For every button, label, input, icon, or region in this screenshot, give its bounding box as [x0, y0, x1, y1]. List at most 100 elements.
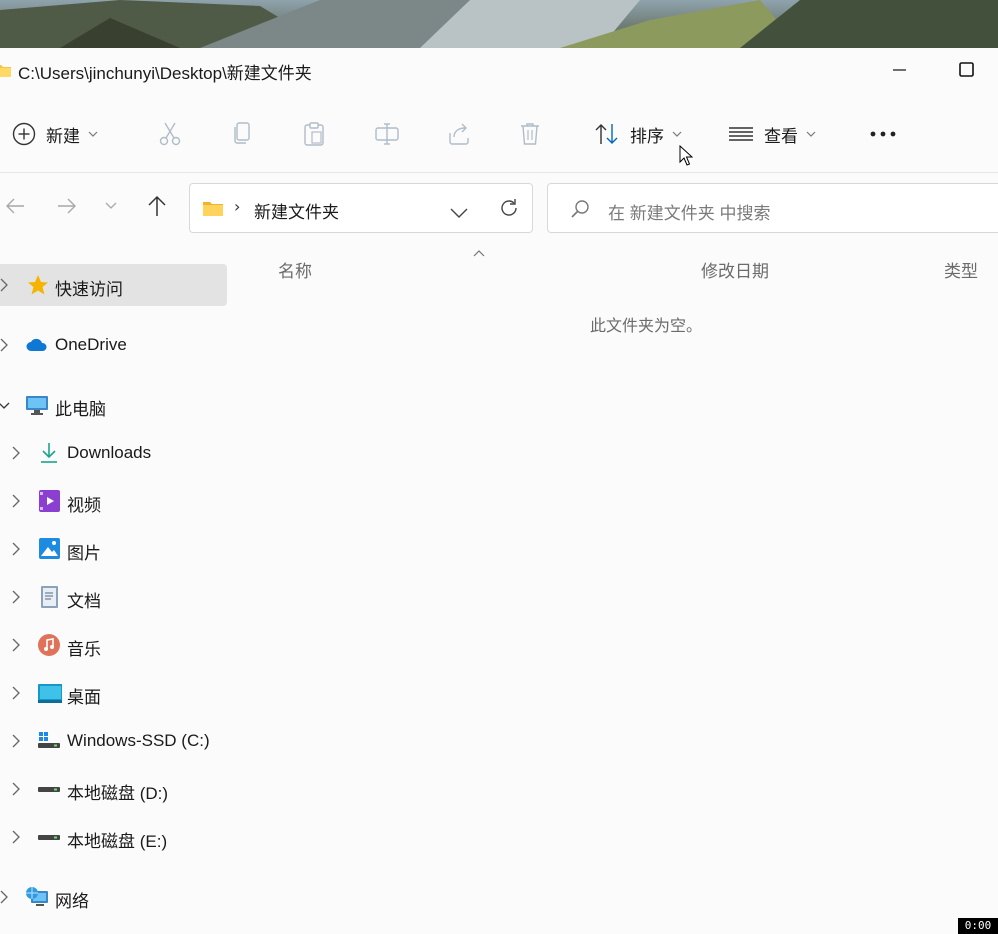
folder-icon [0, 62, 12, 82]
address-dropdown-button[interactable] [450, 203, 468, 222]
download-arrow-icon [41, 443, 57, 463]
column-header-name[interactable]: 名称 [278, 257, 312, 282]
trash-icon [521, 123, 539, 145]
arrow-left-icon [6, 198, 24, 214]
sidebar-item-label: 网络 [55, 892, 89, 911]
up-button[interactable] [142, 191, 172, 221]
sidebar-item-drive-d[interactable]: 本地磁盘 (D:) [0, 768, 227, 810]
sidebar-item-quick-access[interactable]: 快速访问 [0, 264, 227, 306]
chevron-right-icon [12, 590, 20, 604]
navigation-row: › 新建文件夹 在 新建文件夹 中搜索 [0, 173, 998, 243]
music-note-icon [38, 634, 60, 656]
sidebar-item-drive-e[interactable]: 本地磁盘 (E:) [0, 816, 227, 858]
chevron-right-icon [12, 446, 20, 460]
sidebar-item-downloads[interactable]: Downloads [0, 432, 227, 474]
window-title: C:\Users\jinchunyi\Desktop\新建文件夹 [18, 64, 312, 83]
sidebar-item-this-pc[interactable]: 此电脑 [0, 384, 227, 426]
delete-button[interactable] [518, 120, 542, 148]
sidebar-item-network[interactable]: 网络 [0, 876, 227, 918]
disk-drive-icon [38, 787, 60, 792]
sidebar-item-label: 快速访问 [55, 280, 123, 299]
mouse-cursor-icon [679, 144, 694, 171]
sidebar-item-label: 桌面 [67, 688, 101, 707]
sidebar-item-drive-c[interactable]: Windows-SSD (C:) [0, 720, 227, 762]
chevron-right-icon [12, 830, 20, 844]
sidebar-item-onedrive[interactable]: OneDrive [0, 324, 227, 366]
file-list: 名称 修改日期 类型 此文件夹为空。 [240, 248, 998, 928]
sidebar-item-desktop[interactable]: 桌面 [0, 672, 227, 714]
empty-folder-message: 此文件夹为空。 [590, 318, 703, 335]
sort-label: 排序 [630, 126, 664, 146]
plus-circle-icon [12, 122, 36, 146]
recording-timer: 0:00 [958, 918, 998, 934]
new-button[interactable]: 新建 [12, 120, 98, 148]
maximize-button[interactable] [944, 52, 990, 88]
video-icon [39, 490, 60, 512]
recent-locations-button[interactable] [96, 191, 126, 221]
breadcrumb-separator: › [234, 197, 241, 216]
arrow-up-icon [148, 195, 166, 216]
rename-icon [375, 123, 399, 145]
mountain-wallpaper-image [0, 0, 998, 48]
view-button[interactable]: 查看 [728, 120, 816, 148]
forward-button[interactable] [52, 191, 82, 221]
cut-button[interactable] [158, 120, 182, 148]
sort-button[interactable]: 排序 [594, 120, 682, 148]
sidebar-item-pictures[interactable]: 图片 [0, 528, 227, 570]
sidebar-item-label: 音乐 [67, 640, 101, 659]
new-label: 新建 [46, 126, 80, 146]
chevron-right-icon [12, 638, 20, 652]
more-options-button[interactable] [868, 120, 898, 148]
sidebar-item-documents[interactable]: 文档 [0, 576, 227, 618]
command-bar: 新建 排序 查看 [0, 92, 998, 173]
desktop-wallpaper [0, 0, 998, 48]
navigation-pane: 快速访问 OneDrive 此电脑 Downloads 视频 图片 文档 音乐 … [0, 248, 230, 934]
arrow-right-icon [58, 198, 76, 214]
breadcrumb-current-folder[interactable]: 新建文件夹 [254, 198, 339, 223]
sidebar-item-label: 图片 [67, 544, 101, 563]
clipboard-icon [304, 122, 324, 146]
search-box[interactable]: 在 新建文件夹 中搜索 [547, 183, 998, 233]
document-icon [41, 586, 58, 608]
share-button[interactable] [446, 120, 472, 148]
sidebar-item-label: OneDrive [55, 335, 127, 354]
chevron-right-icon [12, 494, 20, 508]
view-label: 查看 [764, 126, 798, 146]
chevron-down-icon [0, 402, 10, 409]
sidebar-item-label: 本地磁盘 (D:) [67, 784, 169, 803]
folder-icon [202, 199, 224, 221]
search-placeholder: 在 新建文件夹 中搜索 [608, 204, 771, 223]
picture-icon [39, 538, 60, 559]
sidebar-item-label: Windows-SSD (C:) [67, 731, 210, 750]
refresh-button[interactable] [498, 197, 520, 223]
computer-icon [26, 396, 48, 415]
disk-drive-icon [38, 835, 60, 840]
sidebar-item-label: 文档 [67, 592, 101, 611]
refresh-icon [501, 199, 517, 216]
column-header-type[interactable]: 类型 [944, 257, 978, 282]
column-header-date-modified[interactable]: 修改日期 [701, 257, 769, 282]
sidebar-item-music[interactable]: 音乐 [0, 624, 227, 666]
chevron-right-icon [0, 890, 8, 904]
sort-ascending-indicator [473, 242, 485, 261]
rename-button[interactable] [374, 120, 400, 148]
sidebar-item-label: 视频 [67, 496, 101, 515]
sidebar-item-videos[interactable]: 视频 [0, 480, 227, 522]
file-explorer-window: C:\Users\jinchunyi\Desktop\新建文件夹 新建 排序 查… [0, 48, 998, 934]
cloud-icon [26, 338, 47, 351]
minimize-button[interactable] [876, 52, 922, 88]
sidebar-item-label: 此电脑 [55, 400, 106, 419]
address-bar[interactable]: › 新建文件夹 [189, 183, 533, 233]
copy-button[interactable] [230, 120, 254, 148]
chevron-right-icon [12, 734, 20, 748]
chevron-down-icon [88, 131, 98, 137]
chevron-right-icon [12, 542, 20, 556]
back-button[interactable] [0, 191, 30, 221]
chevron-down-icon [450, 208, 468, 218]
chevron-right-icon [0, 338, 8, 352]
paste-button[interactable] [302, 120, 326, 148]
sidebar-item-label: 本地磁盘 (E:) [67, 832, 168, 851]
title-bar[interactable]: C:\Users\jinchunyi\Desktop\新建文件夹 [0, 48, 998, 92]
network-icon [26, 887, 48, 906]
chevron-down-icon [105, 202, 117, 209]
